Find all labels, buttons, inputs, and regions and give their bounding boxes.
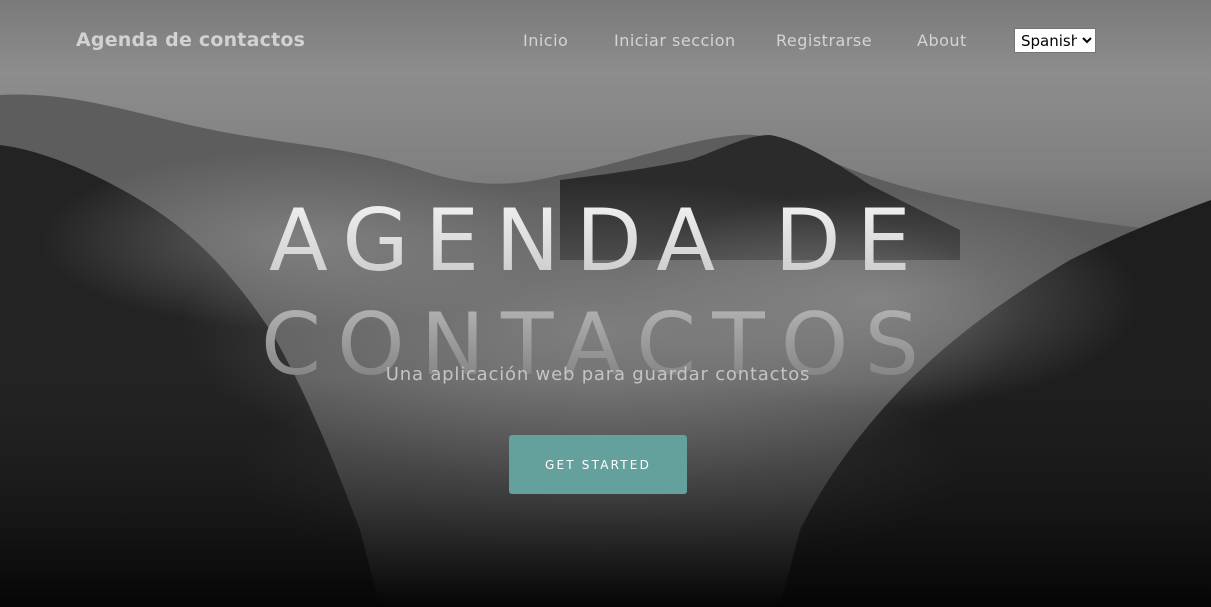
navbar: Agenda de contactos Inicio Iniciar secci… bbox=[0, 0, 1211, 80]
nav-link-iniciar-seccion[interactable]: Iniciar seccion bbox=[614, 31, 736, 50]
language-select[interactable]: Spanish bbox=[1014, 28, 1096, 53]
nav-link-about[interactable]: About bbox=[917, 31, 967, 50]
nav-link-inicio[interactable]: Inicio bbox=[523, 31, 568, 50]
hero-section: Agenda de contactos Inicio Iniciar secci… bbox=[0, 0, 1211, 607]
nav-link-registrarse[interactable]: Registrarse bbox=[776, 31, 872, 50]
get-started-button[interactable]: GET STARTED bbox=[509, 435, 687, 494]
hero-subtitle: Una aplicación web para guardar contacto… bbox=[385, 364, 811, 385]
brand-link[interactable]: Agenda de contactos bbox=[76, 29, 305, 51]
hero-title-line1: AGENDA DE bbox=[0, 198, 1196, 284]
